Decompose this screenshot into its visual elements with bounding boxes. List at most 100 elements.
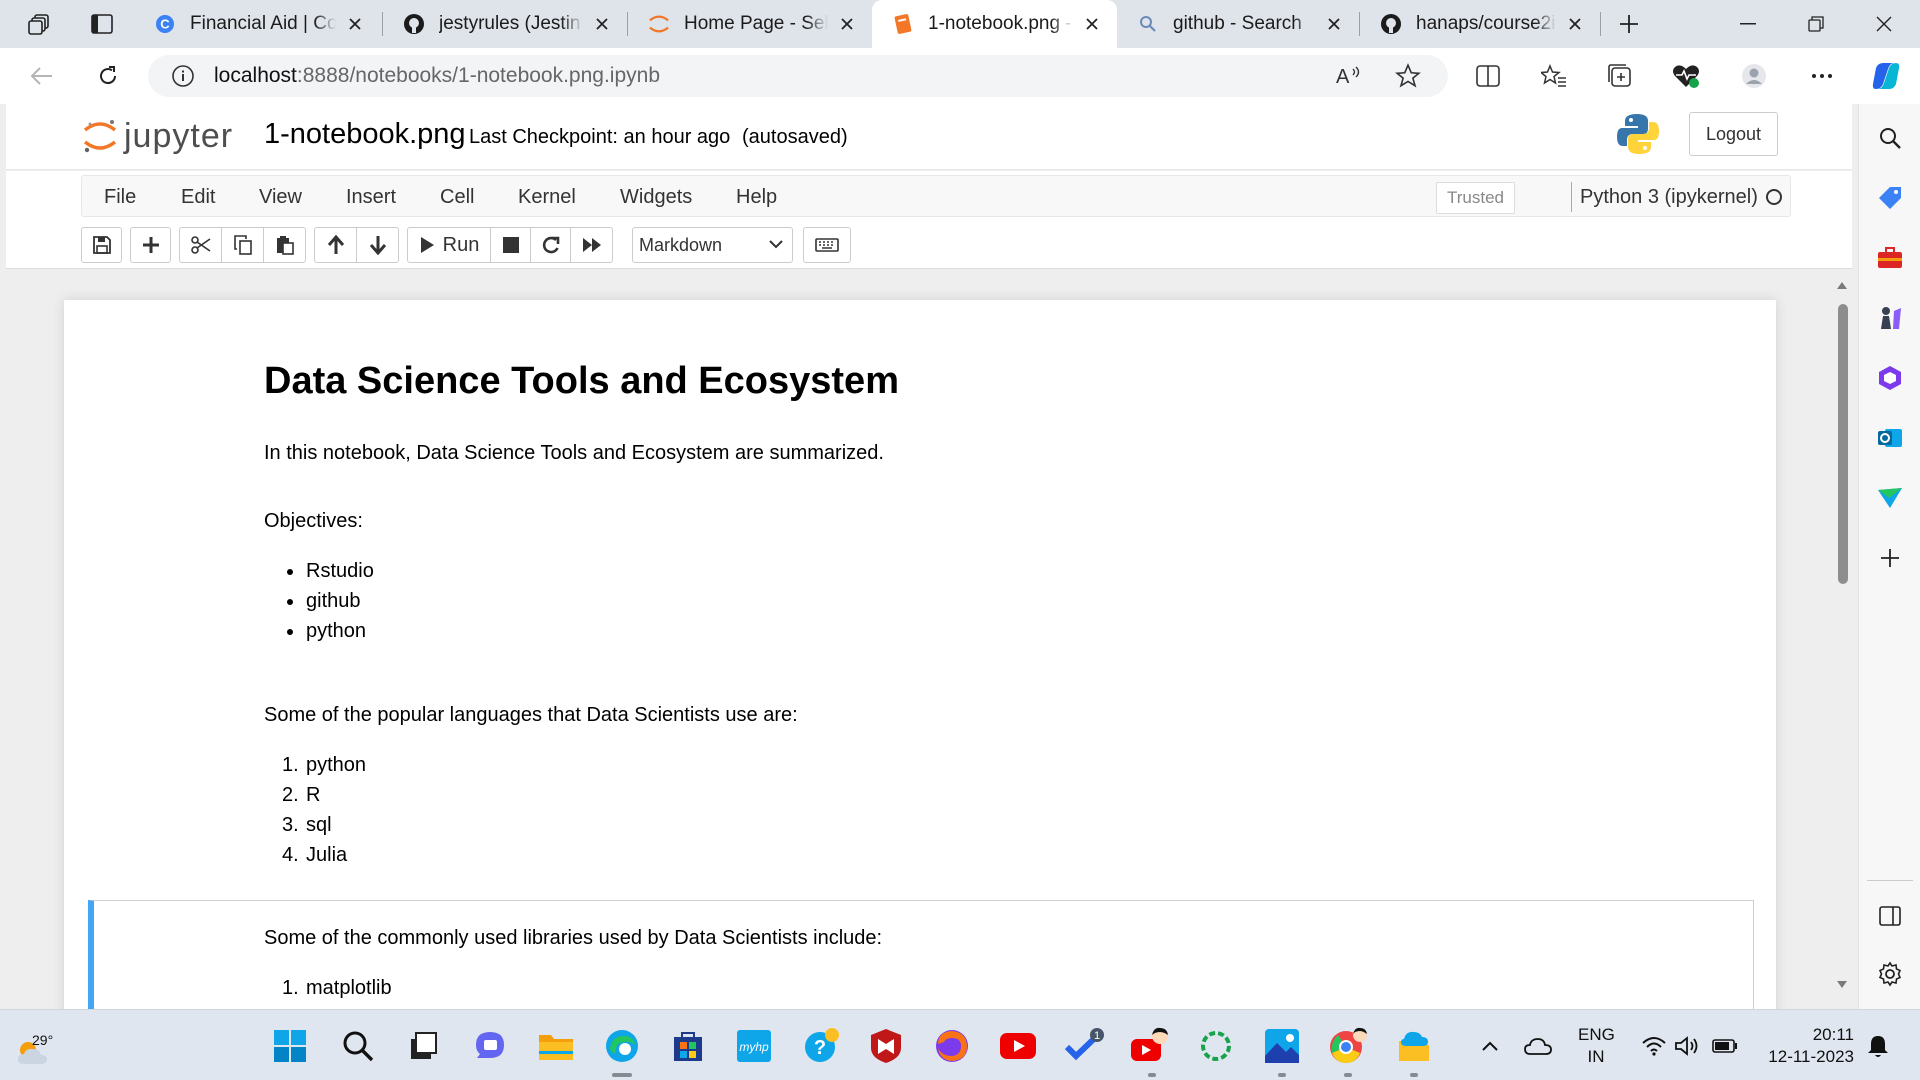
- cut-button[interactable]: [179, 227, 222, 263]
- close-icon[interactable]: [1323, 13, 1345, 35]
- workspaces-icon[interactable]: [16, 0, 64, 48]
- mcafee-icon[interactable]: [864, 1024, 908, 1068]
- myhp-icon[interactable]: myhp: [732, 1024, 776, 1068]
- scroll-up-icon[interactable]: [1836, 280, 1848, 290]
- move-down-button[interactable]: [356, 227, 399, 263]
- tab-github-jestyrules[interactable]: jestyrules (Jestin G: [383, 0, 627, 48]
- notebook-name[interactable]: 1-notebook.png: [264, 118, 466, 151]
- menu-help[interactable]: Help: [736, 186, 777, 209]
- hide-sidebar-icon[interactable]: [1874, 900, 1906, 932]
- read-aloud-icon[interactable]: A: [1327, 54, 1371, 98]
- new-tab-icon[interactable]: [1605, 0, 1653, 48]
- favorite-star-icon[interactable]: [1386, 54, 1430, 98]
- url-text: localhost:8888/notebooks/1-notebook.png.…: [214, 64, 660, 88]
- close-icon[interactable]: [1081, 13, 1103, 35]
- menu-kernel[interactable]: Kernel: [518, 186, 576, 209]
- tab-financial-aid[interactable]: C Financial Aid | Cou: [134, 0, 380, 48]
- teams-chat-icon[interactable]: [468, 1024, 512, 1068]
- start-windows-icon[interactable]: [268, 1024, 312, 1068]
- refresh-icon[interactable]: [86, 54, 130, 98]
- copilot-icon[interactable]: [1864, 54, 1908, 98]
- edge-browser-icon[interactable]: [600, 1024, 644, 1068]
- tools-briefcase-icon[interactable]: [1874, 242, 1906, 274]
- onedrive-folder-icon[interactable]: [1392, 1024, 1436, 1068]
- task-view-icon[interactable]: [400, 1024, 444, 1068]
- tab-github-course[interactable]: hanaps/course2ibr: [1360, 0, 1600, 48]
- show-hidden-icons-icon[interactable]: [1468, 1024, 1512, 1068]
- menu-view[interactable]: View: [259, 186, 302, 209]
- run-button[interactable]: Run: [407, 227, 491, 263]
- interrupt-button[interactable]: [490, 227, 531, 263]
- firefox-icon[interactable]: [930, 1024, 974, 1068]
- paste-button[interactable]: [263, 227, 306, 263]
- close-icon[interactable]: [344, 13, 366, 35]
- notebook-scrollbar[interactable]: [1833, 274, 1851, 998]
- close-icon[interactable]: [591, 13, 613, 35]
- shopping-tag-icon[interactable]: [1874, 182, 1906, 214]
- scrollbar-thumb[interactable]: [1838, 304, 1848, 584]
- restart-run-all-button[interactable]: [570, 227, 613, 263]
- drop-send-icon[interactable]: [1874, 482, 1906, 514]
- add-sidebar-app-icon[interactable]: [1874, 542, 1906, 574]
- microsoft-store-icon[interactable]: [666, 1024, 710, 1068]
- photos-icon[interactable]: [1260, 1024, 1304, 1068]
- insert-cell-button[interactable]: [130, 227, 171, 263]
- copy-button[interactable]: [221, 227, 264, 263]
- jupyter-logo[interactable]: jupyter: [82, 116, 233, 156]
- browser-tab-bar: C Financial Aid | Cou jestyrules (Jestin…: [0, 0, 1920, 48]
- search-icon[interactable]: [336, 1024, 380, 1068]
- command-palette-button[interactable]: [803, 227, 851, 263]
- tab-github-search[interactable]: github - Search: [1117, 0, 1359, 48]
- close-icon[interactable]: [1564, 13, 1586, 35]
- youtube-icon[interactable]: [996, 1024, 1040, 1068]
- svg-text:A: A: [1336, 66, 1350, 87]
- tab-home-page[interactable]: Home Page - Selec: [628, 0, 872, 48]
- more-options-icon[interactable]: [1800, 54, 1844, 98]
- get-help-icon[interactable]: ?: [800, 1024, 844, 1068]
- sync-circle-icon[interactable]: [1194, 1024, 1238, 1068]
- notification-bell-icon[interactable]: [1856, 1024, 1900, 1068]
- chrome-profile-icon[interactable]: [1326, 1024, 1370, 1068]
- onedrive-cloud-icon[interactable]: [1516, 1024, 1560, 1068]
- restart-kernel-button[interactable]: [530, 227, 571, 263]
- menu-cell[interactable]: Cell: [440, 186, 474, 209]
- back-icon[interactable]: [20, 54, 64, 98]
- split-screen-icon[interactable]: [1466, 54, 1510, 98]
- minimize-icon[interactable]: [1714, 0, 1782, 48]
- battery-icon[interactable]: [1703, 1024, 1747, 1068]
- trusted-badge[interactable]: Trusted: [1436, 182, 1515, 214]
- save-button[interactable]: [81, 227, 122, 263]
- menu-widgets[interactable]: Widgets: [620, 186, 692, 209]
- system-clock[interactable]: 20:11 12-11-2023: [1758, 1024, 1854, 1068]
- todo-icon[interactable]: 1: [1062, 1024, 1106, 1068]
- weather-widget[interactable]: 29°: [14, 1024, 64, 1068]
- collections-icon[interactable]: [1598, 54, 1642, 98]
- close-window-icon[interactable]: [1850, 0, 1918, 48]
- tab-divider: [1600, 12, 1601, 36]
- favorites-icon[interactable]: [1532, 54, 1576, 98]
- logout-button[interactable]: Logout: [1689, 112, 1778, 156]
- tab-notebook[interactable]: 1-notebook.png -: [872, 0, 1117, 48]
- profile-avatar-icon[interactable]: [1732, 54, 1776, 98]
- youtube-profile-icon[interactable]: [1128, 1024, 1172, 1068]
- file-explorer-icon[interactable]: [534, 1024, 578, 1068]
- settings-gear-icon[interactable]: [1874, 958, 1906, 990]
- menu-edit[interactable]: Edit: [181, 186, 215, 209]
- microsoft-365-icon[interactable]: [1874, 362, 1906, 394]
- site-info-icon[interactable]: [162, 64, 204, 88]
- move-up-button[interactable]: [314, 227, 357, 263]
- scroll-down-icon[interactable]: [1836, 980, 1848, 990]
- browser-essentials-icon[interactable]: [1664, 54, 1708, 98]
- outlook-icon[interactable]: [1874, 422, 1906, 454]
- games-chess-icon[interactable]: [1874, 302, 1906, 334]
- input-language[interactable]: ENG IN: [1578, 1024, 1615, 1068]
- search-icon[interactable]: [1874, 122, 1906, 154]
- restore-icon[interactable]: [1782, 0, 1850, 48]
- list-item: github: [264, 586, 374, 616]
- cell-type-select[interactable]: Markdown: [632, 227, 793, 263]
- menu-insert[interactable]: Insert: [346, 186, 396, 209]
- address-bar[interactable]: localhost:8888/notebooks/1-notebook.png.…: [148, 55, 1448, 97]
- tab-actions-icon[interactable]: [78, 0, 126, 48]
- close-icon[interactable]: [836, 13, 858, 35]
- menu-file[interactable]: File: [104, 186, 136, 209]
